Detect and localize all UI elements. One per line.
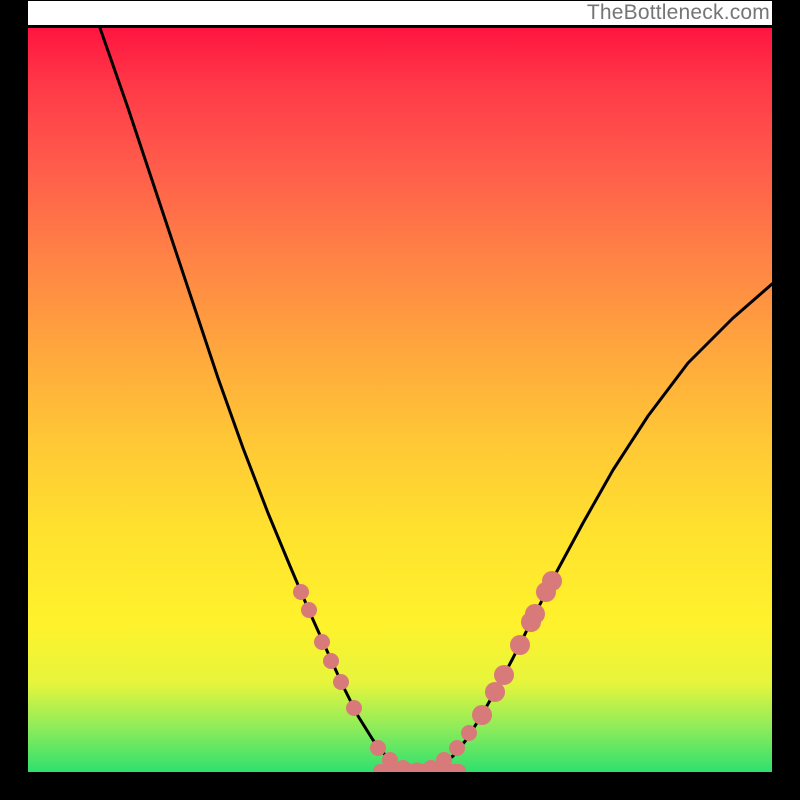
watermark-text: TheBottleneck.com [587,1,770,24]
marker-right-7 [542,571,562,591]
marker-bottom-0 [370,740,386,756]
marker-right-0 [472,705,492,725]
marker-bottom-6 [449,740,465,756]
chart-frame: TheBottleneck.com [0,0,800,800]
plot-area [28,28,772,772]
marker-bottom-3 [409,763,425,773]
marker-right-5 [525,604,545,624]
marker-left-5 [346,700,362,716]
watermark-bar: TheBottleneck.com [28,1,772,25]
chart-svg [28,28,772,772]
marker-left-4 [333,674,349,690]
marker-left-3 [323,653,339,669]
marker-left-0 [293,584,309,600]
marker-bottom-5 [436,752,452,768]
marker-left-1 [301,602,317,618]
main-curve [100,28,772,770]
marker-bottom-7 [461,725,477,741]
marker-left-2 [314,634,330,650]
marker-right-2 [494,665,514,685]
marker-right-3 [510,635,530,655]
marker-right-1 [485,682,505,702]
